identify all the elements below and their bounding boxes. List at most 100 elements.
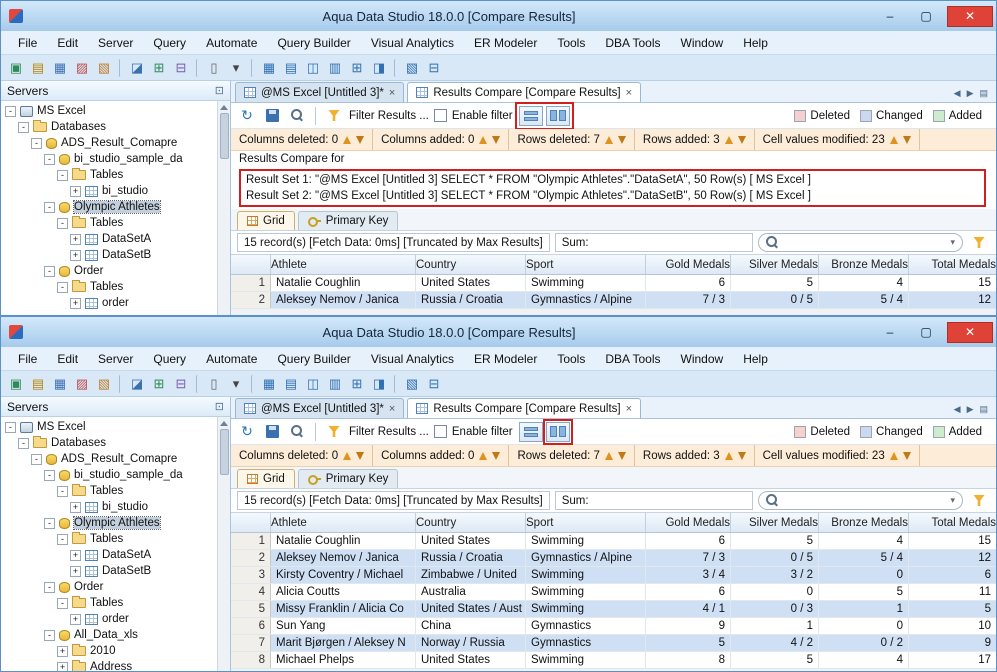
athlete-cell[interactable]: Marit Bjørgen / Aleksey N: [271, 635, 416, 651]
column-header-total[interactable]: Total Medals: [909, 255, 996, 274]
athlete-cell[interactable]: Aleksey Nemov / Janica: [271, 292, 416, 308]
tree-expander-icon[interactable]: -: [44, 470, 55, 481]
tree-item[interactable]: + 2010: [1, 643, 217, 659]
horizontal-split-button[interactable]: [519, 422, 543, 442]
silver-cell[interactable]: 0: [731, 584, 819, 600]
country-cell[interactable]: Australia: [416, 584, 526, 600]
export-grid-icon[interactable]: ⊟: [424, 374, 444, 394]
next-diff-icon[interactable]: [738, 136, 746, 144]
sport-cell[interactable]: Swimming: [526, 652, 646, 668]
table-row[interactable]: 8 Michael Phelps United States Swimming …: [231, 652, 996, 669]
tab-list-icon[interactable]: ▤: [979, 88, 988, 99]
grid-search-input[interactable]: [783, 495, 946, 507]
menu-item[interactable]: Server: [89, 33, 142, 53]
tree-expander-icon[interactable]: +: [70, 250, 81, 261]
tab-close-icon[interactable]: ×: [389, 87, 395, 99]
previous-diff-icon[interactable]: [605, 452, 613, 460]
tree-item[interactable]: + bi_studio: [1, 183, 217, 199]
tree-expander-icon[interactable]: -: [18, 122, 29, 133]
column-header-gold[interactable]: Gold Medals: [646, 513, 731, 532]
tab-results-compare[interactable]: Results Compare [Compare Results] ×: [407, 398, 641, 418]
open-file-icon[interactable]: ▧: [94, 374, 114, 394]
enable-filter-checkbox[interactable]: [434, 425, 447, 438]
tab-query-window[interactable]: @MS Excel [Untitled 3]* ×: [235, 398, 404, 418]
tree-item[interactable]: + DataSetB: [1, 247, 217, 263]
athlete-cell[interactable]: Michael Phelps: [271, 652, 416, 668]
athlete-cell[interactable]: Natalie Coughlin: [271, 275, 416, 291]
menu-item[interactable]: Edit: [48, 349, 87, 369]
menu-item[interactable]: DBA Tools: [596, 33, 669, 53]
total-cell[interactable]: 10: [909, 618, 996, 634]
tree-expander-icon[interactable]: -: [31, 138, 42, 149]
filter-results-label[interactable]: Filter Results ...: [349, 110, 429, 122]
column-header-silver[interactable]: Silver Medals: [731, 255, 819, 274]
dock-icon[interactable]: ⊡: [215, 84, 224, 97]
country-cell[interactable]: Norway / Russia: [416, 635, 526, 651]
tree-expander-icon[interactable]: +: [70, 186, 81, 197]
menu-item[interactable]: Edit: [48, 33, 87, 53]
grid-search-input[interactable]: [783, 237, 946, 249]
table-row[interactable]: 3 Kirsty Coventry / Michael Zimbabwe / U…: [231, 567, 996, 584]
column-header-total[interactable]: Total Medals: [909, 513, 996, 532]
title-bar[interactable]: Aqua Data Studio 18.0.0 [Compare Results…: [1, 317, 996, 347]
country-cell[interactable]: Russia / Croatia: [416, 550, 526, 566]
tree-item[interactable]: - Tables: [1, 215, 217, 231]
sport-cell[interactable]: Swimming: [526, 601, 646, 617]
previous-diff-icon[interactable]: [343, 136, 351, 144]
chart-view-icon[interactable]: ▧: [402, 374, 422, 394]
er-modeler-icon[interactable]: ▦: [50, 374, 70, 394]
menu-item[interactable]: Visual Analytics: [362, 349, 463, 369]
export-data-icon[interactable]: ⊟: [171, 374, 191, 394]
tree-expander-icon[interactable]: -: [44, 154, 55, 165]
schema-browser-icon[interactable]: ◪: [127, 374, 147, 394]
menu-item[interactable]: Query Builder: [268, 349, 359, 369]
sport-cell[interactable]: Gymnastics: [526, 618, 646, 634]
gold-cell[interactable]: 4 / 1: [646, 601, 731, 617]
menu-item[interactable]: ER Modeler: [465, 349, 546, 369]
table-row[interactable]: 2 Aleksey Nemov / Janica Russia / Croati…: [231, 292, 996, 309]
bronze-cell[interactable]: 4: [819, 652, 909, 668]
column-header[interactable]: [231, 255, 271, 274]
gold-cell[interactable]: 9: [646, 618, 731, 634]
athlete-cell[interactable]: Missy Franklin / Alicia Co: [271, 601, 416, 617]
menu-item[interactable]: Help: [734, 349, 777, 369]
next-diff-icon[interactable]: [492, 452, 500, 460]
export-data-icon[interactable]: ⊟: [171, 58, 191, 78]
search-options-caret-icon[interactable]: ▾: [950, 237, 955, 248]
tab-query-window[interactable]: @MS Excel [Untitled 3]* ×: [235, 82, 404, 102]
next-diff-icon[interactable]: [618, 136, 626, 144]
previous-diff-icon[interactable]: [890, 452, 898, 460]
enable-filter-checkbox[interactable]: [434, 109, 447, 122]
column-header-sport[interactable]: Sport: [526, 255, 646, 274]
tree-expander-icon[interactable]: -: [57, 218, 68, 229]
tree-expander-icon[interactable]: +: [57, 646, 68, 657]
tab-grid[interactable]: Grid: [237, 211, 295, 230]
scroll-thumb[interactable]: [220, 113, 229, 159]
tree-expander-icon[interactable]: -: [57, 282, 68, 293]
menu-item[interactable]: Window: [672, 33, 733, 53]
filter-settings-button[interactable]: [968, 491, 990, 511]
total-cell[interactable]: 12: [909, 550, 996, 566]
table-row[interactable]: 1 Natalie Coughlin United States Swimmin…: [231, 533, 996, 550]
tree-expander-icon[interactable]: -: [57, 534, 68, 545]
vertical-split-button[interactable]: [546, 106, 570, 126]
sport-cell[interactable]: Swimming: [526, 533, 646, 549]
previous-diff-icon[interactable]: [343, 452, 351, 460]
find-in-grid-icon[interactable]: [287, 422, 307, 442]
athlete-cell[interactable]: Natalie Coughlin: [271, 533, 416, 549]
bronze-cell[interactable]: 5: [819, 584, 909, 600]
table-row[interactable]: 2 Aleksey Nemov / Janica Russia / Croati…: [231, 550, 996, 567]
country-cell[interactable]: United States: [416, 275, 526, 291]
tab-list-icon[interactable]: ▤: [979, 404, 988, 415]
close-button[interactable]: ✕: [947, 322, 993, 343]
register-server-icon[interactable]: ▣: [6, 58, 26, 78]
close-button[interactable]: ✕: [947, 6, 993, 27]
schema-browser-icon[interactable]: ◪: [127, 58, 147, 78]
table-row[interactable]: 1 Natalie Coughlin United States Swimmin…: [231, 275, 996, 292]
total-cell[interactable]: 17: [909, 652, 996, 668]
tree-expander-icon[interactable]: +: [57, 662, 68, 672]
bronze-cell[interactable]: 0: [819, 567, 909, 583]
silver-cell[interactable]: 0 / 5: [731, 550, 819, 566]
menu-item[interactable]: Help: [734, 33, 777, 53]
table-row[interactable]: 4 Alicia Coutts Australia Swimming 6 0 5…: [231, 584, 996, 601]
